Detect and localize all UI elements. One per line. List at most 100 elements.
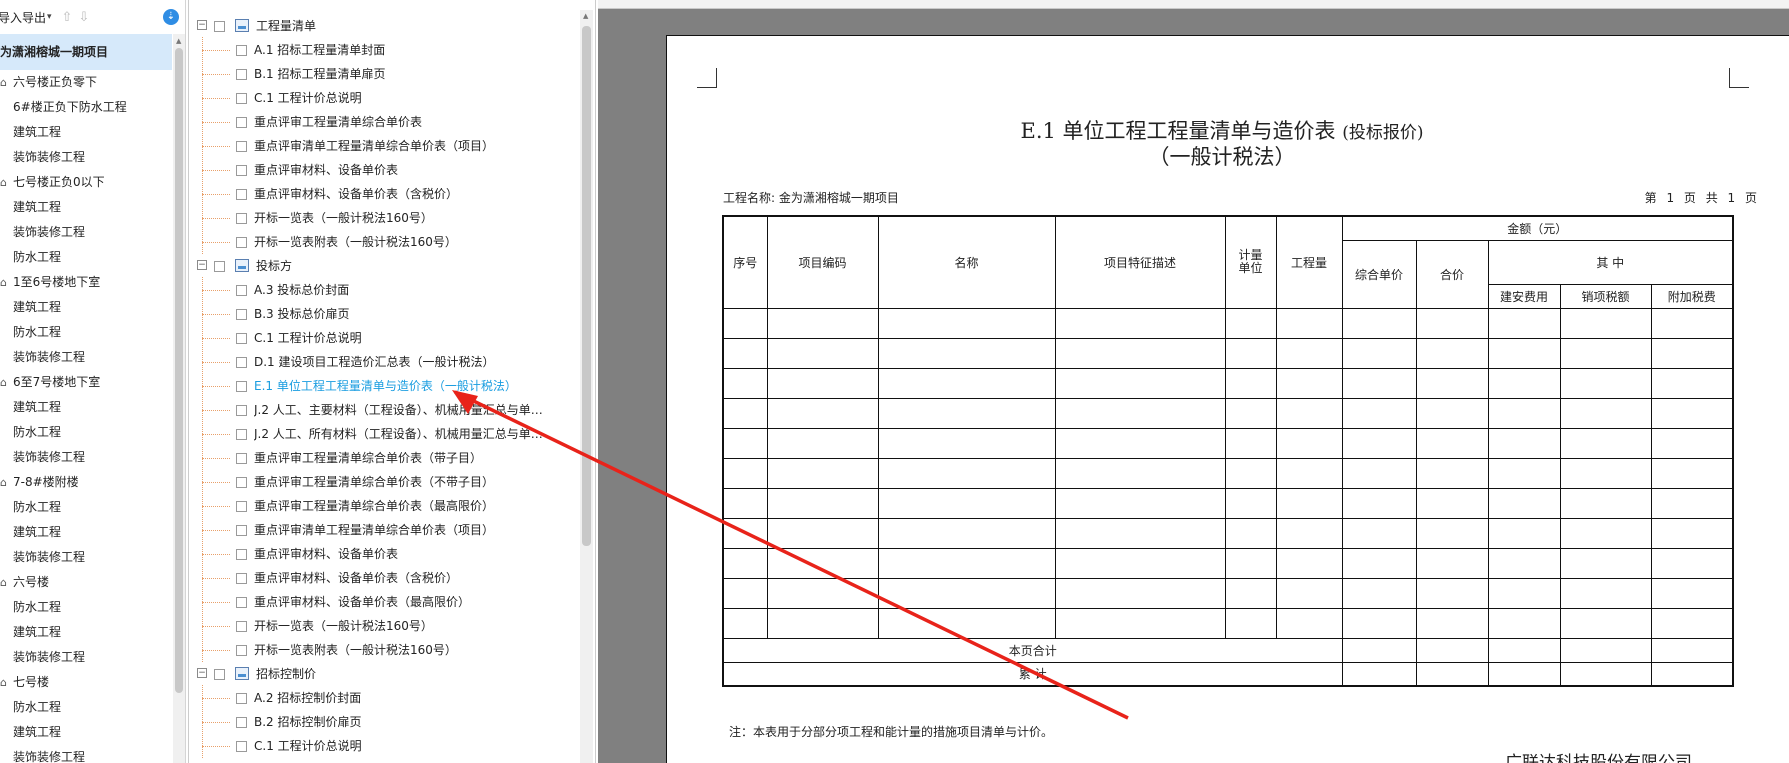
project-sub-item[interactable]: 装饰装修工程 bbox=[0, 745, 172, 763]
report-item-row[interactable]: J.2 人工、主要材料（工程设备）、机械用量汇总与单… bbox=[189, 397, 581, 422]
project-sub-item[interactable]: 建筑工程 bbox=[0, 195, 172, 220]
scrollbar-thumb[interactable] bbox=[582, 26, 591, 546]
row-checkbox[interactable] bbox=[236, 717, 247, 728]
report-item-row[interactable]: 重点评审工程量清单综合单价表（最高限价） bbox=[189, 493, 581, 518]
row-checkbox[interactable] bbox=[236, 549, 247, 560]
row-checkbox[interactable] bbox=[236, 93, 247, 104]
move-down-icon[interactable]: ⇩ bbox=[78, 10, 89, 25]
row-checkbox[interactable] bbox=[236, 597, 247, 608]
project-group-item[interactable]: ⌂ 6至7号楼地下室 bbox=[0, 370, 172, 395]
project-sub-item[interactable]: 装饰装修工程 bbox=[0, 220, 172, 245]
report-item-row[interactable]: J.2 人工、所有材料（工程设备）、机械用量汇总与单… bbox=[189, 421, 581, 446]
project-tree-scrollbar[interactable]: ▲ bbox=[173, 34, 185, 763]
report-group-row[interactable]: − 招标控制价 bbox=[189, 662, 581, 686]
report-item-row[interactable]: C.1 工程计价总说明 bbox=[189, 733, 581, 758]
report-item-row[interactable]: B.1 招标工程量清单扉页 bbox=[189, 61, 581, 86]
report-item-row[interactable]: 重点评审材料、设备单价表 bbox=[189, 157, 581, 182]
row-checkbox[interactable] bbox=[236, 117, 247, 128]
project-sub-item[interactable]: 装饰装修工程 bbox=[0, 345, 172, 370]
row-checkbox[interactable] bbox=[236, 309, 247, 320]
row-checkbox[interactable] bbox=[236, 741, 247, 752]
project-group-item[interactable]: ⌂ 七号楼 bbox=[0, 670, 172, 695]
scroll-up-icon[interactable]: ▲ bbox=[176, 37, 181, 45]
row-checkbox[interactable] bbox=[236, 453, 247, 464]
project-sub-item[interactable]: 建筑工程 bbox=[0, 120, 172, 145]
report-item-row[interactable]: A.3 投标总价封面 bbox=[189, 277, 581, 302]
collapse-icon[interactable]: − bbox=[197, 20, 207, 30]
report-item-row[interactable]: A.1 招标工程量清单封面 bbox=[189, 37, 581, 62]
download-icon[interactable]: ⇣ bbox=[163, 9, 179, 25]
report-item-row[interactable]: 开标一览表（一般计税法160号） bbox=[189, 205, 581, 230]
row-checkbox[interactable] bbox=[236, 165, 247, 176]
report-item-row[interactable]: 开标一览表附表（一般计税法160号） bbox=[189, 637, 581, 662]
project-group-item[interactable]: ⌂ 7-8#楼附楼 bbox=[0, 470, 172, 495]
report-item-row[interactable]: 重点评审工程量清单综合单价表（不带子目） bbox=[189, 469, 581, 494]
project-sub-item[interactable]: 防水工程 bbox=[0, 495, 172, 520]
project-sub-item[interactable]: 建筑工程 bbox=[0, 520, 172, 545]
project-sub-item[interactable]: 建筑工程 bbox=[0, 720, 172, 745]
move-up-icon[interactable]: ⇧ bbox=[62, 10, 73, 25]
report-item-row[interactable]: 重点评审材料、设备单价表 bbox=[189, 541, 581, 566]
chevron-down-icon[interactable]: ▾ bbox=[47, 12, 52, 22]
import-export-menu[interactable]: 导入导出 bbox=[0, 9, 46, 26]
report-item-row[interactable]: A.2 招标控制价封面 bbox=[189, 685, 581, 710]
project-group-item[interactable]: ⌂ 六号楼正负零下 bbox=[0, 70, 172, 95]
project-sub-item[interactable]: 建筑工程 bbox=[0, 295, 172, 320]
project-sub-item[interactable]: 装饰装修工程 bbox=[0, 445, 172, 470]
row-checkbox[interactable] bbox=[236, 357, 247, 368]
scroll-up-icon[interactable]: ▲ bbox=[583, 12, 588, 20]
project-group-item[interactable]: ⌂ 六号楼 bbox=[0, 570, 172, 595]
row-checkbox[interactable] bbox=[214, 669, 225, 680]
row-checkbox[interactable] bbox=[236, 189, 247, 200]
report-item-row[interactable]: E.1 单位工程工程量清单与造价表（一般计税法） bbox=[189, 373, 581, 398]
project-sub-item[interactable]: 防水工程 bbox=[0, 320, 172, 345]
report-item-row[interactable]: 重点评审材料、设备单价表（含税价） bbox=[189, 181, 581, 206]
report-group-row[interactable]: − 工程量清单 bbox=[189, 14, 581, 38]
project-sub-item[interactable]: 装饰装修工程 bbox=[0, 645, 172, 670]
row-checkbox[interactable] bbox=[236, 213, 247, 224]
row-checkbox[interactable] bbox=[214, 261, 225, 272]
row-checkbox[interactable] bbox=[236, 405, 247, 416]
collapse-icon[interactable]: − bbox=[197, 260, 207, 270]
row-checkbox[interactable] bbox=[236, 477, 247, 488]
row-checkbox[interactable] bbox=[236, 69, 247, 80]
report-item-row[interactable]: B.3 投标总价扉页 bbox=[189, 301, 581, 326]
row-checkbox[interactable] bbox=[236, 333, 247, 344]
project-sub-item[interactable]: 建筑工程 bbox=[0, 395, 172, 420]
report-tree-scrollbar[interactable]: ▲ bbox=[580, 10, 593, 763]
report-item-row[interactable]: 重点评审清单工程量清单综合单价表（项目） bbox=[189, 133, 581, 158]
project-sub-item[interactable]: 防水工程 bbox=[0, 595, 172, 620]
collapse-icon[interactable]: − bbox=[197, 668, 207, 678]
project-sub-item[interactable]: 装饰装修工程 bbox=[0, 545, 172, 570]
report-item-row[interactable]: 重点评审工程量清单综合单价表 bbox=[189, 109, 581, 134]
report-item-row[interactable]: 重点评审材料、设备单价表（含税价） bbox=[189, 565, 581, 590]
row-checkbox[interactable] bbox=[214, 21, 225, 32]
report-item-row[interactable]: C.1 工程计价总说明 bbox=[189, 325, 581, 350]
row-checkbox[interactable] bbox=[236, 45, 247, 56]
row-checkbox[interactable] bbox=[236, 693, 247, 704]
row-checkbox[interactable] bbox=[236, 645, 247, 656]
project-sub-item[interactable]: 装饰装修工程 bbox=[0, 145, 172, 170]
row-checkbox[interactable] bbox=[236, 381, 247, 392]
row-checkbox[interactable] bbox=[236, 573, 247, 584]
row-checkbox[interactable] bbox=[236, 429, 247, 440]
row-checkbox[interactable] bbox=[236, 285, 247, 296]
report-item-row[interactable]: D.1 建设项目工程造价汇总表（一般计税法） bbox=[189, 349, 581, 374]
row-checkbox[interactable] bbox=[236, 141, 247, 152]
report-item-row[interactable]: 重点评审清单工程量清单综合单价表（项目） bbox=[189, 517, 581, 542]
row-checkbox[interactable] bbox=[236, 237, 247, 248]
project-group-item[interactable]: ⌂ 1至6号楼地下室 bbox=[0, 270, 172, 295]
row-checkbox[interactable] bbox=[236, 525, 247, 536]
report-item-row[interactable]: B.2 招标控制价扉页 bbox=[189, 709, 581, 734]
scrollbar-thumb[interactable] bbox=[175, 48, 183, 693]
row-checkbox[interactable] bbox=[236, 621, 247, 632]
project-sub-item[interactable]: 6#楼正负下防水工程 bbox=[0, 95, 172, 120]
report-item-row[interactable]: 重点评审材料、设备单价表（最高限价） bbox=[189, 589, 581, 614]
report-item-row[interactable]: C.1 工程计价总说明 bbox=[189, 85, 581, 110]
project-sub-item[interactable]: 防水工程 bbox=[0, 420, 172, 445]
project-sub-item[interactable]: 防水工程 bbox=[0, 695, 172, 720]
report-group-row[interactable]: − 投标方 bbox=[189, 254, 581, 278]
report-item-row[interactable]: 开标一览表（一般计税法160号） bbox=[189, 613, 581, 638]
project-group-item[interactable]: ⌂ 七号楼正负0以下 bbox=[0, 170, 172, 195]
project-sub-item[interactable]: 建筑工程 bbox=[0, 620, 172, 645]
